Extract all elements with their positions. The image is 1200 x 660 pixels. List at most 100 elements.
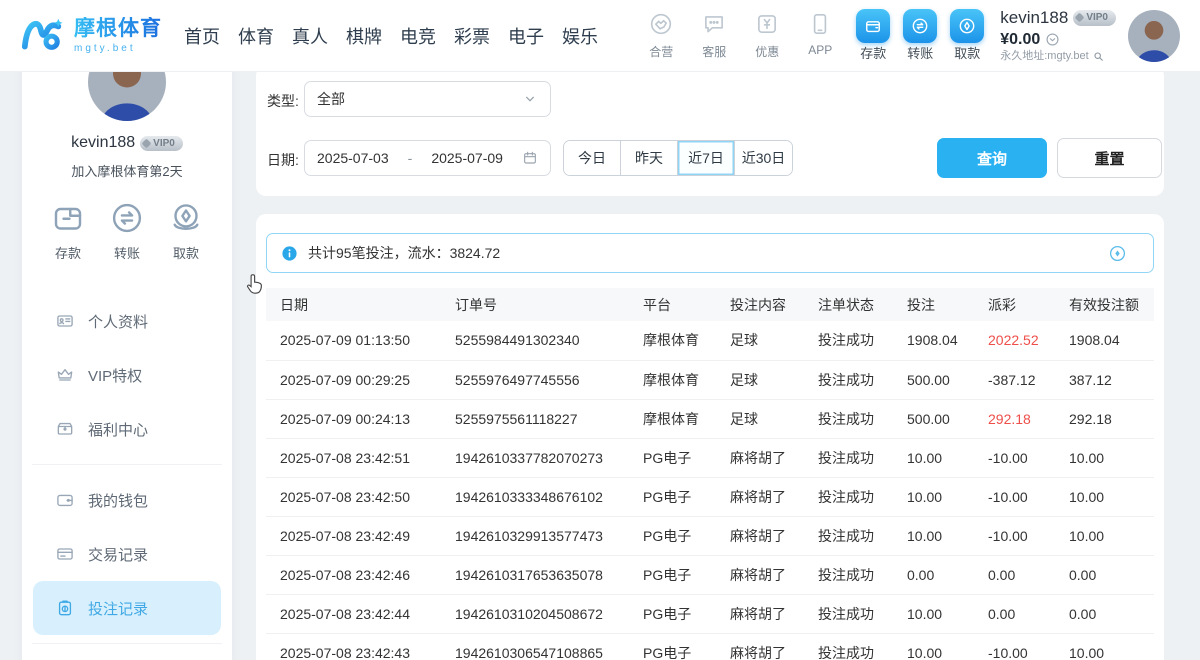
cell-platform: 摩根体育 [643, 399, 730, 438]
cell-content: 麻将胡了 [730, 555, 818, 594]
sidebar-transfer-button[interactable]: 转账 [109, 200, 145, 262]
reset-button[interactable]: 重置 [1057, 138, 1162, 178]
cell-platform: 摩根体育 [643, 321, 730, 360]
cell-status: 投注成功 [818, 633, 907, 660]
date-range-picker[interactable]: 2025-07-03 - 2025-07-09 [304, 140, 551, 176]
cell-date: 2025-07-08 23:42:44 [266, 594, 455, 633]
cell-payout: -10.00 [988, 516, 1069, 555]
sidebar-item-wallet[interactable]: 我的钱包 [33, 473, 221, 527]
range-今日-button[interactable]: 今日 [564, 141, 621, 175]
cell-platform: PG电子 [643, 555, 730, 594]
magnifier-icon[interactable] [1092, 50, 1105, 63]
transfer-line-icon [109, 200, 145, 236]
table-header: 日期订单号平台投注内容注单状态投注派彩有效投注额 [266, 288, 1154, 321]
sidebar-wallet-actions: 存款转账取款 [22, 200, 232, 262]
util-partner[interactable]: 合营 [641, 11, 681, 60]
nav-entertain[interactable]: 娱乐 [562, 23, 598, 49]
cell-valid: 292.18 [1069, 399, 1154, 438]
col-2: 平台 [643, 288, 730, 321]
sidebar-item-prize-records[interactable]: 兑奖记录 [33, 652, 221, 660]
cell-valid: 10.00 [1069, 633, 1154, 660]
nav-chess[interactable]: 棋牌 [346, 23, 382, 49]
header-transfer-button[interactable]: 转账 [903, 9, 937, 63]
util-service[interactable]: 客服 [694, 11, 734, 60]
balance-dropdown-icon[interactable] [1045, 32, 1060, 47]
util-app[interactable]: APP [800, 11, 840, 60]
col-5: 投注 [907, 288, 988, 321]
cell-status: 投注成功 [818, 594, 907, 633]
nav-sports[interactable]: 体育 [238, 23, 274, 49]
util-label: 优惠 [747, 43, 787, 60]
col-7: 有效投注额 [1069, 288, 1154, 321]
col-6: 派彩 [988, 288, 1069, 321]
util-discount[interactable]: 优惠 [747, 11, 787, 60]
expand-circle-icon[interactable] [1108, 244, 1127, 263]
quick-action-label: 取款 [954, 46, 980, 61]
permanent-address: 永久地址:mgty.bet [1000, 50, 1088, 63]
table-row: 2025-07-08 23:42:511942610337782070273PG… [266, 438, 1154, 477]
cell-order: 1942610306547108865 [455, 633, 643, 660]
main-nav: 首页体育真人棋牌电竞彩票电子娱乐 [184, 23, 598, 49]
quick-range-group: 今日昨天近7日近30日 [563, 140, 793, 176]
top-bar: 摩根体育 mgty.bet 首页体育真人棋牌电竞彩票电子娱乐 合营客服优惠 APP… [0, 0, 1200, 72]
cell-order: 1942610333348676102 [455, 477, 643, 516]
info-icon [281, 245, 298, 262]
header-withdraw-button[interactable]: 取款 [950, 9, 984, 63]
cell-order: 1942610317653635078 [455, 555, 643, 594]
search-button[interactable]: 查询 [937, 138, 1047, 178]
col-3: 投注内容 [730, 288, 818, 321]
cell-payout: -10.00 [988, 438, 1069, 477]
sidebar-item-profile[interactable]: 个人资料 [33, 294, 221, 348]
records-panel: 共计95笔投注，流水：3824.72 日期订单号平台投注内容注单状态投注派彩有效… [256, 214, 1164, 660]
receipt-icon [55, 544, 75, 564]
nav-lottery[interactable]: 彩票 [454, 23, 490, 49]
range-昨天-button[interactable]: 昨天 [621, 141, 678, 175]
nav-slots[interactable]: 电子 [508, 23, 544, 49]
col-1: 订单号 [455, 288, 643, 321]
sidebar-item-label: 福利中心 [88, 419, 148, 440]
table-row: 2025-07-09 01:13:505255984491302340摩根体育足… [266, 321, 1154, 360]
sidebar-item-transactions[interactable]: 交易记录 [33, 527, 221, 581]
table-row: 2025-07-09 00:24:135255975561118227摩根体育足… [266, 399, 1154, 438]
sidebar-withdraw-button[interactable]: 取款 [168, 200, 204, 262]
type-select[interactable]: 全部 [304, 81, 551, 117]
cell-platform: PG电子 [643, 594, 730, 633]
sidebar-item-welfare[interactable]: 福利中心 [33, 402, 221, 456]
withdraw-fill-icon [950, 9, 984, 43]
nav-esports[interactable]: 电竞 [400, 23, 436, 49]
cell-bet: 1908.04 [907, 321, 988, 360]
range-近30日-button[interactable]: 近30日 [735, 141, 792, 175]
cell-content: 麻将胡了 [730, 594, 818, 633]
sidebar-item-vip[interactable]: VIP特权 [33, 348, 221, 402]
cell-bet: 10.00 [907, 438, 988, 477]
table-row: 2025-07-08 23:42:441942610310204508672PG… [266, 594, 1154, 633]
cell-payout: -10.00 [988, 633, 1069, 660]
cell-status: 投注成功 [818, 516, 907, 555]
chest-icon [55, 419, 75, 439]
cell-payout: 2022.52 [988, 321, 1069, 360]
sidebar-item-label: VIP特权 [88, 365, 142, 386]
cell-status: 投注成功 [818, 438, 907, 477]
nav-home[interactable]: 首页 [184, 23, 220, 49]
chat-icon [701, 11, 727, 37]
cell-valid: 10.00 [1069, 477, 1154, 516]
range-近7日-button[interactable]: 近7日 [678, 141, 735, 175]
cell-bet: 500.00 [907, 360, 988, 399]
sidebar-item-label: 投注记录 [88, 598, 148, 619]
sidebar-item-bet-records[interactable]: 投注记录 [33, 581, 221, 635]
sidebar-deposit-button[interactable]: 存款 [50, 200, 86, 262]
coupon-icon [754, 11, 780, 37]
cell-valid: 10.00 [1069, 438, 1154, 477]
header-deposit-button[interactable]: 存款 [856, 9, 890, 63]
calendar-icon [522, 150, 538, 166]
cell-payout: 0.00 [988, 594, 1069, 633]
site-logo[interactable]: 摩根体育 mgty.bet [20, 13, 162, 59]
quick-action-label: 存款 [860, 46, 886, 61]
crown-icon [55, 365, 75, 385]
nav-live[interactable]: 真人 [292, 23, 328, 49]
wallet-fill-icon [856, 9, 890, 43]
cell-content: 足球 [730, 360, 818, 399]
table-row: 2025-07-08 23:42:431942610306547108865PG… [266, 633, 1154, 660]
avatar[interactable] [1128, 10, 1180, 62]
cell-status: 投注成功 [818, 321, 907, 360]
